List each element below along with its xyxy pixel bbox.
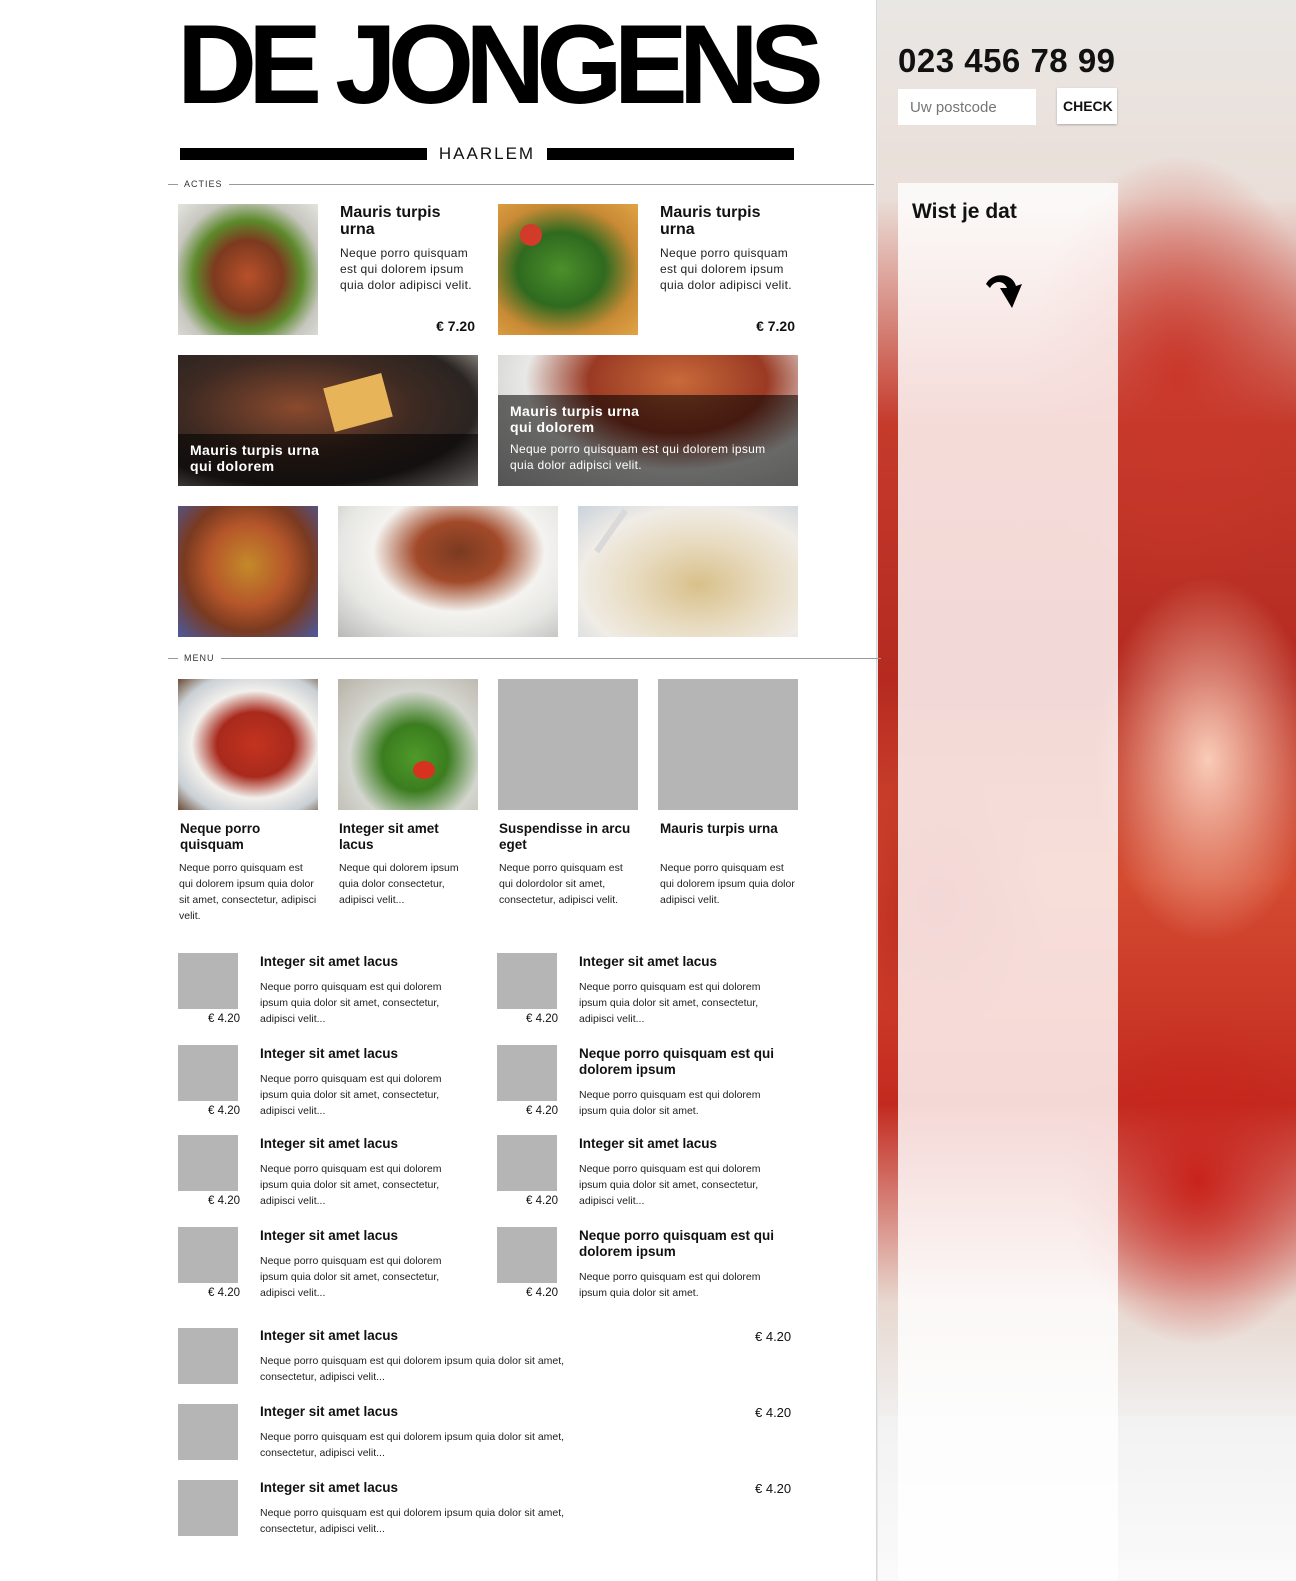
tomato-shape xyxy=(520,224,542,246)
logo-bar-left xyxy=(180,148,427,160)
menu-card-description: Neque porro quisquam est qui dolordolor … xyxy=(499,862,623,906)
list-item-description: Neque porro quisquam est qui dolorem ips… xyxy=(260,981,442,1025)
list-item-description: Neque porro quisquam est qui dolorem ips… xyxy=(260,1355,565,1383)
list-item-title[interactable]: Integer sit amet lacus xyxy=(260,1328,560,1344)
list-item-title[interactable]: Integer sit amet lacus xyxy=(260,954,480,970)
gallery-image[interactable] xyxy=(338,506,558,637)
list-item-thumbnail[interactable] xyxy=(497,1045,557,1101)
postcode-input[interactable] xyxy=(898,89,1036,125)
food-detail xyxy=(323,373,393,432)
list-item-price: € 4.20 xyxy=(526,1013,558,1025)
label-tick xyxy=(168,183,178,185)
logo-wordmark: DE JONGENS xyxy=(177,2,824,127)
banner-overlay: Mauris turpis urna qui dolorem Neque por… xyxy=(498,395,798,486)
section-title: ACTIES xyxy=(184,179,223,189)
list-item-thumbnail[interactable] xyxy=(178,1227,238,1283)
list-item-thumbnail[interactable] xyxy=(178,1135,238,1191)
menu-card-title[interactable]: Suspendisse in arcu eget xyxy=(499,821,639,853)
menu-card-image-placeholder[interactable] xyxy=(498,679,638,810)
list-item-price: € 4.20 xyxy=(755,1405,792,1420)
list-item-price: € 4.20 xyxy=(755,1481,792,1496)
fork-shape xyxy=(594,508,628,554)
list-item-price: € 4.20 xyxy=(208,1105,240,1117)
list-item-title[interactable]: Integer sit amet lacus xyxy=(260,1136,480,1152)
list-item-title[interactable]: Integer sit amet lacus xyxy=(260,1480,560,1496)
pepper-shape xyxy=(413,761,435,779)
gallery-image[interactable] xyxy=(178,506,318,637)
promo-price: € 7.20 xyxy=(756,318,795,334)
list-item-price: € 4.20 xyxy=(526,1105,558,1117)
section-title: MENU xyxy=(184,653,215,663)
list-item-title[interactable]: Integer sit amet lacus xyxy=(260,1046,480,1062)
list-item-price: € 4.20 xyxy=(208,1287,240,1299)
list-item-thumbnail[interactable] xyxy=(178,1045,238,1101)
promo-description: Neque porro quisquam est qui dolorem ips… xyxy=(340,246,472,292)
menu-card-image[interactable] xyxy=(178,679,318,810)
promo-description: Neque porro quisquam est qui dolorem ips… xyxy=(660,246,792,292)
logo-bar-right xyxy=(547,148,794,160)
banner-overlay: Mauris turpis urna qui dolorem xyxy=(178,434,478,486)
list-item-thumbnail[interactable] xyxy=(497,1227,557,1283)
list-item-thumbnail[interactable] xyxy=(178,1480,238,1536)
list-item-description: Neque porro quisquam est qui dolorem ips… xyxy=(579,981,761,1025)
menu-card-description: Neque porro quisquam est qui dolorem ips… xyxy=(179,862,317,922)
list-item-description: Neque porro quisquam est qui dolorem ips… xyxy=(579,1163,761,1207)
label-tick xyxy=(168,657,178,659)
logo-subline: HAARLEM xyxy=(180,143,794,165)
list-item-thumbnail[interactable] xyxy=(178,1404,238,1460)
banner-card[interactable]: Mauris turpis urna qui dolorem xyxy=(178,355,478,486)
list-item-title[interactable]: Integer sit amet lacus xyxy=(260,1404,560,1420)
list-item-description: Neque porro quisquam est qui dolorem ips… xyxy=(260,1073,442,1117)
menu-card-image[interactable] xyxy=(338,679,478,810)
list-item-title[interactable]: Integer sit amet lacus xyxy=(579,1136,799,1152)
list-item-thumbnail[interactable] xyxy=(497,1135,557,1191)
list-item-description: Neque porro quisquam est qui dolorem ips… xyxy=(260,1507,565,1535)
list-item-thumbnail[interactable] xyxy=(178,1328,238,1384)
menu-card-description: Neque qui dolorem ipsum quia dolor conse… xyxy=(339,862,459,906)
gallery-image[interactable] xyxy=(578,506,798,637)
banner-description: Neque porro quisquam est qui dolorem ips… xyxy=(510,442,766,472)
promo-price: € 7.20 xyxy=(436,318,475,334)
promo-title[interactable]: Mauris turpis urna xyxy=(340,204,470,238)
menu-card-title[interactable]: Integer sit amet lacus xyxy=(339,821,469,853)
list-item-thumbnail[interactable] xyxy=(178,953,238,1009)
logo[interactable]: DE JONGENS xyxy=(177,2,824,127)
promo-title[interactable]: Mauris turpis urna xyxy=(660,204,790,238)
menu-card-description: Neque porro quisquam est qui dolorem ips… xyxy=(660,862,795,906)
list-item-description: Neque porro quisquam est qui dolorem ips… xyxy=(579,1271,761,1299)
list-item-description: Neque porro quisquam est qui dolorem ips… xyxy=(260,1431,565,1459)
list-item-price: € 4.20 xyxy=(208,1195,240,1207)
list-item-title[interactable]: Integer sit amet lacus xyxy=(579,954,799,970)
menu-card-image-placeholder[interactable] xyxy=(658,679,798,810)
list-item-title[interactable]: Integer sit amet lacus xyxy=(260,1228,480,1244)
promo-image[interactable] xyxy=(178,204,318,335)
menu-card-title[interactable]: Mauris turpis urna xyxy=(660,821,800,837)
did-you-know-title: Wist je dat xyxy=(912,200,1017,223)
banner-title: Mauris turpis urna qui dolorem xyxy=(510,403,640,435)
list-item-price: € 4.20 xyxy=(526,1287,558,1299)
section-rule xyxy=(228,183,874,185)
list-item-title[interactable]: Neque porro quisquam est qui dolorem ips… xyxy=(579,1046,799,1078)
menu-card-title[interactable]: Neque porro quisquam xyxy=(180,821,310,853)
list-item-description: Neque porro quisquam est qui dolorem ips… xyxy=(579,1089,761,1117)
logo-city: HAARLEM xyxy=(438,144,536,163)
phone-number[interactable]: 023 456 78 99 xyxy=(898,42,1116,80)
list-item-price: € 4.20 xyxy=(208,1013,240,1025)
list-item-description: Neque porro quisquam est qui dolorem ips… xyxy=(260,1163,442,1207)
section-rule xyxy=(220,657,881,659)
column-divider xyxy=(876,0,878,1581)
promo-image[interactable] xyxy=(498,204,638,335)
banner-card[interactable]: Mauris turpis urna qui dolorem Neque por… xyxy=(498,355,798,486)
list-item-price: € 4.20 xyxy=(526,1195,558,1207)
check-button[interactable]: CHECK xyxy=(1057,88,1117,124)
section-label-acties: ACTIES xyxy=(168,178,874,190)
banner-title: Mauris turpis urna qui dolorem xyxy=(190,442,320,474)
list-item-thumbnail[interactable] xyxy=(497,953,557,1009)
list-item-price: € 4.20 xyxy=(755,1329,792,1344)
did-you-know-panel xyxy=(898,183,1118,1581)
list-item-title[interactable]: Neque porro quisquam est qui dolorem ips… xyxy=(579,1228,799,1260)
list-item-description: Neque porro quisquam est qui dolorem ips… xyxy=(260,1255,442,1299)
section-label-menu: MENU xyxy=(168,652,881,664)
curved-arrow-down-icon xyxy=(982,270,1026,312)
